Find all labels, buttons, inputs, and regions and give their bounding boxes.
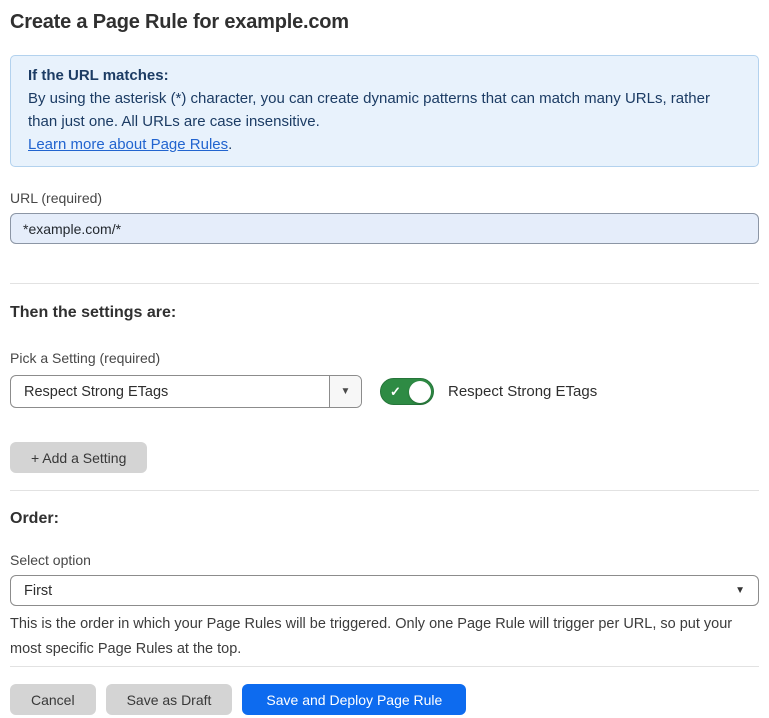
url-field-label: URL (required) bbox=[10, 190, 759, 206]
chevron-down-icon: ▼ bbox=[735, 585, 745, 596]
order-select[interactable]: First ▼ bbox=[10, 575, 759, 606]
toggle-label: Respect Strong ETags bbox=[448, 383, 597, 400]
footer-actions: Cancel Save as Draft Save and Deploy Pag… bbox=[10, 684, 759, 715]
section-divider bbox=[10, 283, 759, 284]
order-help-text: This is the order in which your Page Rul… bbox=[10, 612, 759, 662]
select-option-label: Select option bbox=[10, 552, 759, 568]
page-title: Create a Page Rule for example.com bbox=[10, 11, 759, 34]
etags-toggle[interactable]: ✓ bbox=[380, 378, 434, 405]
check-icon: ✓ bbox=[390, 385, 401, 398]
save-draft-button[interactable]: Save as Draft bbox=[106, 684, 233, 715]
save-deploy-button[interactable]: Save and Deploy Page Rule bbox=[242, 684, 466, 715]
url-input[interactable] bbox=[10, 213, 759, 244]
info-box-body: By using the asterisk (*) character, you… bbox=[28, 87, 741, 133]
order-select-value: First bbox=[24, 583, 52, 599]
pick-setting-label: Pick a Setting (required) bbox=[10, 350, 759, 366]
create-page-rule-form: Create a Page Rule for example.com If th… bbox=[0, 11, 769, 715]
settings-section-heading: Then the settings are: bbox=[10, 304, 759, 322]
order-section-heading: Order: bbox=[10, 510, 759, 528]
add-setting-button[interactable]: + Add a Setting bbox=[10, 442, 147, 473]
learn-more-link[interactable]: Learn more about Page Rules bbox=[28, 136, 228, 153]
cancel-button[interactable]: Cancel bbox=[10, 684, 96, 715]
link-suffix: . bbox=[228, 136, 232, 153]
dropdown-arrow-icon[interactable]: ▼ bbox=[329, 376, 361, 407]
info-box-heading: If the URL matches: bbox=[28, 64, 741, 87]
setting-select-value: Respect Strong ETags bbox=[11, 376, 329, 407]
footer-divider bbox=[10, 666, 759, 667]
section-divider bbox=[10, 490, 759, 491]
setting-row: Respect Strong ETags ▼ ✓ Respect Strong … bbox=[10, 375, 759, 408]
url-match-info-box: If the URL matches: By using the asteris… bbox=[10, 55, 759, 167]
setting-select[interactable]: Respect Strong ETags ▼ bbox=[10, 375, 362, 408]
toggle-knob bbox=[409, 381, 431, 403]
info-box-link-line: Learn more about Page Rules. bbox=[28, 133, 741, 156]
